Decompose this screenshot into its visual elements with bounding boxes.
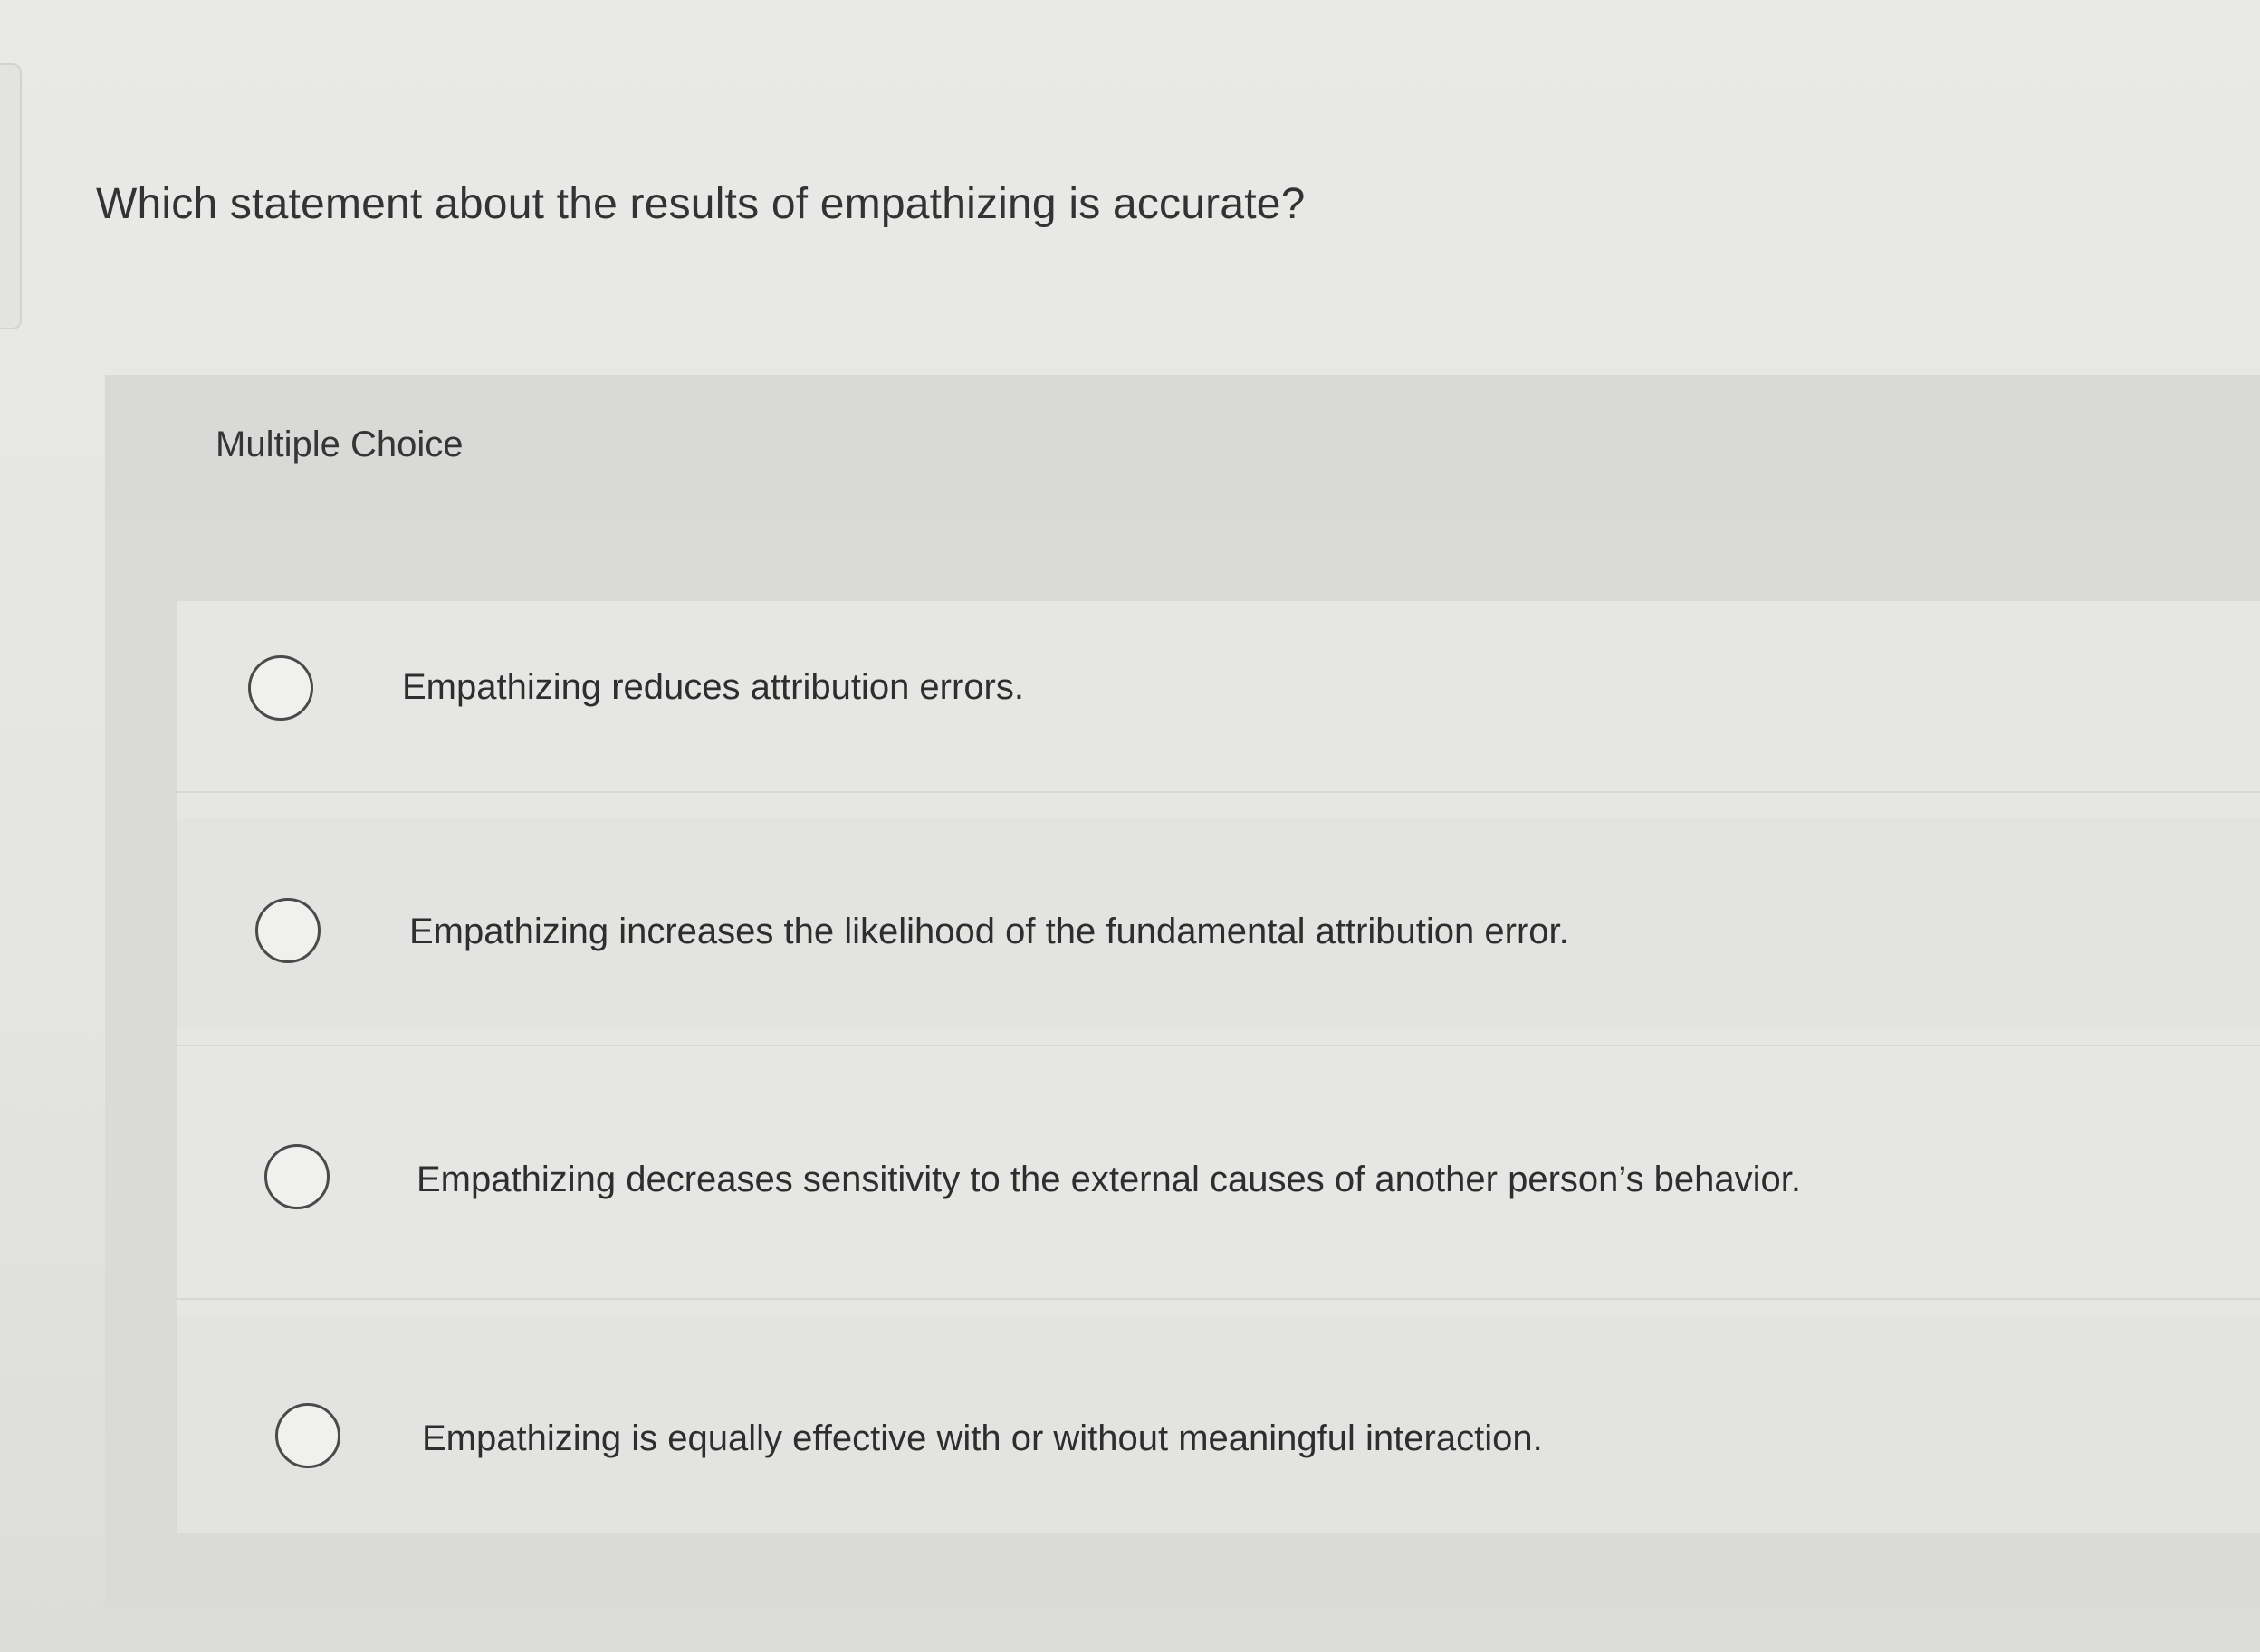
left-frame-edge	[0, 63, 22, 329]
question-prompt: Which statement about the results of emp…	[96, 180, 1306, 228]
answer-choice-4[interactable]: Empathizing is equally effective with or…	[177, 1316, 2260, 1533]
answer-choices-list: Empathizing reduces attribution errors. …	[177, 601, 2260, 1533]
radio-button-icon[interactable]	[248, 655, 313, 721]
answer-choice-label: Empathizing decreases sensitivity to the…	[417, 1160, 1802, 1199]
radio-button-icon[interactable]	[255, 898, 321, 963]
panel-header: Multiple Choice	[105, 375, 2260, 520]
answer-choice-3[interactable]: Empathizing decreases sensitivity to the…	[177, 1063, 2260, 1280]
radio-button-icon[interactable]	[275, 1403, 340, 1468]
answer-choice-1[interactable]: Empathizing reduces attribution errors.	[177, 601, 2260, 782]
choice-divider	[177, 791, 2260, 793]
answer-choice-label: Empathizing increases the likelihood of …	[409, 912, 1569, 951]
choice-divider	[177, 1298, 2260, 1300]
answer-choice-label: Empathizing is equally effective with or…	[422, 1418, 1543, 1458]
answer-choice-2[interactable]: Empathizing increases the likelihood of …	[177, 818, 2260, 1027]
radio-button-icon[interactable]	[264, 1144, 330, 1209]
question-type-label: Multiple Choice	[215, 425, 464, 464]
choice-divider	[177, 1045, 2260, 1046]
multiple-choice-panel: Multiple Choice Empathizing reduces attr…	[105, 375, 2260, 1608]
quiz-page: Which statement about the results of emp…	[0, 0, 2260, 1652]
answer-choice-label: Empathizing reduces attribution errors.	[402, 667, 1024, 707]
